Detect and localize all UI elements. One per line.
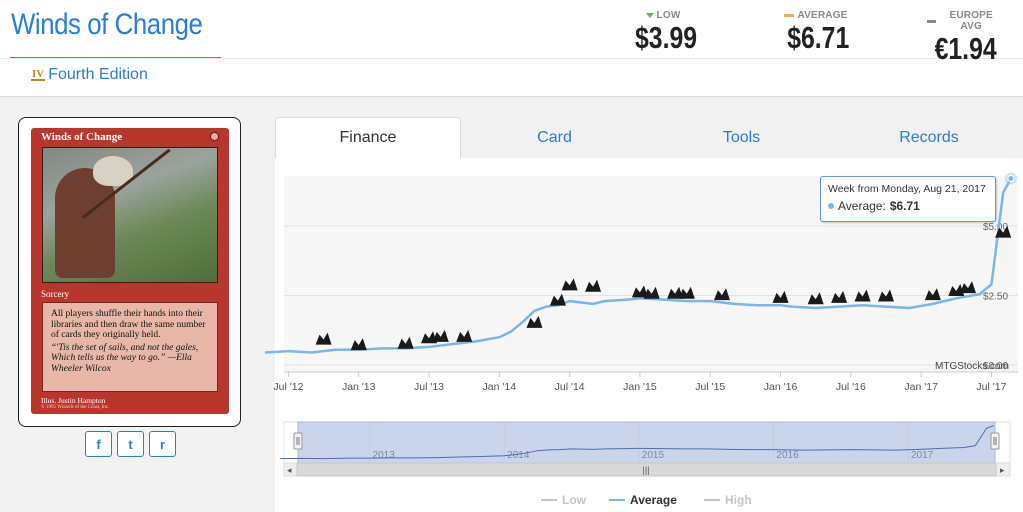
chart-credit: MTGStocks.com [935, 361, 1009, 372]
navigator-handle-right [990, 432, 1000, 450]
x-tick-label: Jan '16 [764, 381, 798, 393]
scroll-right-arrow-icon: ▸ [1000, 465, 1005, 475]
legend-high-label: High [725, 493, 752, 507]
legend-high-swatch [704, 499, 720, 501]
price-chart[interactable]: $0.00$2.50$5.00Jul '12 Jan '13 Jul '13 Jan … [0, 0, 1023, 512]
y-tick-label: $2.50 [983, 292, 1008, 303]
scrollbar-grip-icon: ||| [642, 465, 649, 475]
x-tick-label: Jul '13 [414, 381, 444, 393]
navigator-year-label: 2016 [776, 450, 799, 461]
x-tick-label: Jul '14 [555, 381, 585, 393]
x-tick-label: Jan '15 [623, 381, 657, 393]
legend-average[interactable]: Average [609, 493, 677, 507]
navigator-year-label: 2015 [642, 450, 665, 461]
legend-high[interactable]: High [704, 493, 752, 507]
hover-point [1007, 175, 1015, 183]
x-tick-label: Jul '17 [976, 381, 1006, 393]
navigator-handle-left [293, 432, 303, 450]
tooltip-series-dot [828, 203, 834, 209]
x-tick-label: Jul '15 [695, 381, 725, 393]
x-tick-label: Jul '16 [836, 381, 866, 393]
navigator-year-label: 2017 [911, 450, 934, 461]
x-tick-label: Jan '14 [483, 381, 517, 393]
navigator-year-label: 2013 [373, 450, 396, 461]
legend-low[interactable]: Low [541, 493, 586, 507]
x-tick-label: Jan '17 [904, 381, 938, 393]
scroll-left-arrow-icon: ◂ [287, 465, 292, 475]
legend-low-label: Low [562, 493, 586, 507]
x-tick-label: Jul '12 [273, 381, 303, 393]
legend-low-swatch [541, 499, 557, 501]
x-tick-label: Jan '13 [342, 381, 376, 393]
tooltip-series-label: Average: [838, 199, 886, 213]
legend-average-swatch [609, 499, 625, 501]
tooltip-value: $6.71 [889, 199, 920, 213]
chart-tooltip: Week from Monday, Aug 21, 2017 Average: … [820, 176, 996, 222]
tooltip-header: Week from Monday, Aug 21, 2017 [828, 183, 986, 195]
legend-average-label: Average [630, 493, 677, 507]
